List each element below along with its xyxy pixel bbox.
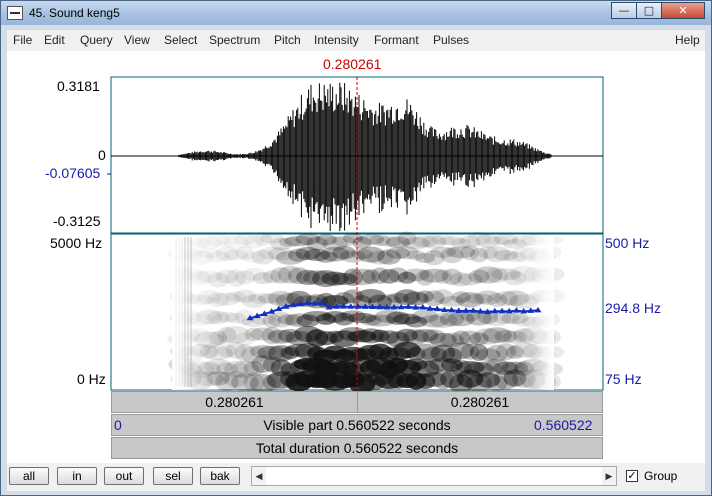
pitch-cursor-label: 294.8 Hz <box>605 300 662 316</box>
sound-editor-canvas[interactable]: 0.280261 0.3181 0 -0.07605 -0.3125 5000 … <box>7 51 705 463</box>
sel-button[interactable]: sel <box>153 467 193 485</box>
waveform-zero-label: 0 <box>98 147 106 163</box>
scroll-right-icon[interactable]: ▶ <box>602 467 616 485</box>
menu-edit[interactable]: Edit <box>44 33 65 47</box>
menu-help[interactable]: Help <box>675 33 700 47</box>
out-button[interactable]: out <box>104 467 144 485</box>
menu-formant[interactable]: Formant <box>374 33 419 47</box>
cursor-time-label: 0.280261 <box>323 56 382 72</box>
visible-end-label: 0.560522 <box>534 417 593 433</box>
menu-pulses[interactable]: Pulses <box>433 33 469 47</box>
segment-right[interactable]: 0.280261 <box>357 391 603 413</box>
bottom-toolbar: all in out sel bak ◀ ▶ ✓ Group <box>7 463 705 491</box>
close-button[interactable]: ✕ <box>661 2 705 19</box>
visible-part-bar[interactable]: Visible part 0.560522 seconds <box>111 414 603 436</box>
menu-select[interactable]: Select <box>164 33 197 47</box>
menu-spectrum[interactable]: Spectrum <box>209 33 260 47</box>
visible-part-label: Visible part 0.560522 seconds <box>263 417 451 433</box>
menu-pitch[interactable]: Pitch <box>274 33 301 47</box>
bak-button[interactable]: bak <box>200 467 240 485</box>
group-label: Group <box>644 469 678 483</box>
menu-file[interactable]: File <box>13 33 32 47</box>
minimize-button[interactable]: — <box>611 2 637 19</box>
window-controls: — □ ✕ <box>611 2 705 19</box>
scroll-left-icon[interactable]: ◀ <box>252 467 266 485</box>
total-duration-bar[interactable]: Total duration 0.560522 seconds <box>111 437 603 459</box>
all-button[interactable]: all <box>9 467 49 485</box>
waveform-min-label: -0.3125 <box>53 213 101 229</box>
menu-intensity[interactable]: Intensity <box>314 33 359 47</box>
freq-min-label: 0 Hz <box>77 371 106 387</box>
freq-max-label: 5000 Hz <box>50 235 103 251</box>
praat-sound-window: 45. Sound keng5 — □ ✕ File Edit Query Vi… <box>0 0 712 496</box>
waveform-cursor-value: -0.07605 <box>45 165 101 181</box>
menu-bar: File Edit Query View Select Spectrum Pit… <box>7 30 705 50</box>
waveform-max-label: 0.3181 <box>57 78 100 94</box>
menu-view[interactable]: View <box>124 33 150 47</box>
maximize-button[interactable]: □ <box>636 2 662 19</box>
horizontal-scrollbar[interactable]: ◀ ▶ <box>251 466 617 486</box>
menu-query[interactable]: Query <box>80 33 113 47</box>
visible-start-label: 0 <box>114 417 122 433</box>
segment-left[interactable]: 0.280261 <box>111 391 358 413</box>
client-area: File Edit Query View Select Spectrum Pit… <box>7 30 705 491</box>
title-bar[interactable]: 45. Sound keng5 — □ ✕ <box>1 1 711 25</box>
pitch-min-label: 75 Hz <box>605 371 642 387</box>
window-title: 45. Sound keng5 <box>29 6 120 20</box>
in-button[interactable]: in <box>57 467 97 485</box>
pitch-max-label: 500 Hz <box>605 235 650 251</box>
app-icon <box>7 6 23 20</box>
group-checkbox[interactable]: ✓ <box>626 470 638 482</box>
